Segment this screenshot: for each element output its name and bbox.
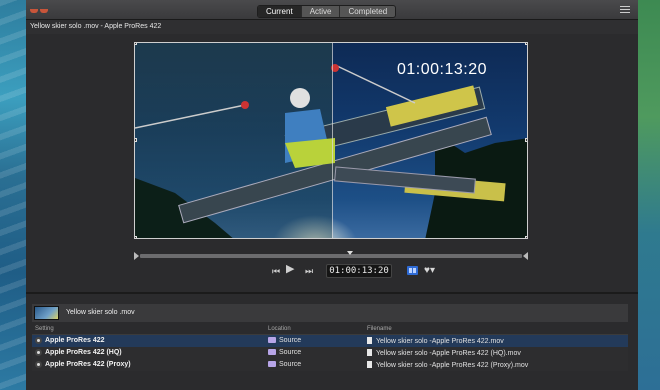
folder-icon	[268, 349, 276, 355]
table-row[interactable]: Apple ProRes 422 (HQ) Source Yellow skie…	[32, 347, 628, 359]
file-icon	[367, 361, 372, 368]
source-thumbnail	[34, 306, 59, 320]
row-setting: Apple ProRes 422 (Proxy)	[45, 361, 131, 368]
row-filename[interactable]: Yellow skier solo -Apple ProRes 422 (HQ)…	[367, 349, 521, 357]
list-icon[interactable]	[620, 6, 630, 15]
title-bar: Yellow skier solo .mov - Apple ProRes 42…	[26, 20, 638, 34]
view-segmented-control: Current Active Completed	[257, 5, 397, 18]
timecode-display: 01:00:13:20	[326, 264, 392, 278]
timeline-scrubber[interactable]	[134, 251, 528, 261]
file-icon	[367, 337, 372, 344]
crop-handle-right[interactable]	[525, 138, 527, 142]
crop-handle-bottom-right[interactable]	[525, 236, 527, 238]
crop-handle-bottom-left[interactable]	[135, 236, 137, 238]
column-filename[interactable]: Filename	[367, 326, 392, 332]
tab-completed[interactable]: Completed	[340, 6, 395, 17]
out-point-marker[interactable]	[523, 252, 528, 260]
row-filename[interactable]: Yellow skier solo -Apple ProRes 422 (Pro…	[367, 361, 528, 369]
scrubber-track[interactable]	[140, 254, 522, 258]
column-location[interactable]: Location	[268, 326, 291, 332]
file-icon	[367, 349, 372, 356]
split-compare-button[interactable]	[407, 266, 418, 275]
viewer-timecode-overlay: 01:00:13:20	[396, 61, 487, 78]
row-filename[interactable]: Yellow skier solo -Apple ProRes 422.mov	[367, 337, 504, 345]
source-file-name: Yellow skier solo .mov	[66, 309, 135, 316]
crop-handle-top-right[interactable]	[525, 43, 527, 45]
batch-source-header[interactable]: Yellow skier solo .mov	[32, 304, 628, 322]
toolbar: Current Active Completed	[26, 0, 638, 20]
row-location[interactable]: Source	[268, 361, 301, 368]
desktop-wallpaper-left	[0, 0, 26, 390]
tab-current[interactable]: Current	[258, 6, 302, 17]
window-controls[interactable]	[30, 0, 60, 13]
folder-icon	[268, 337, 276, 343]
row-location[interactable]: Source	[268, 349, 301, 356]
crop-handle-top-left[interactable]	[135, 43, 137, 45]
crop-handle-left[interactable]	[135, 138, 137, 142]
favorite-heart-icon[interactable]: ♥▾	[424, 265, 435, 276]
tab-active[interactable]: Active	[302, 6, 341, 17]
folder-icon	[268, 361, 276, 367]
row-setting: Apple ProRes 422 (HQ)	[45, 349, 122, 356]
go-to-start-icon[interactable]: ⏮	[272, 266, 280, 276]
table-row[interactable]: Apple ProRes 422 Source Yellow skier sol…	[32, 335, 628, 347]
job-table: Setting Location Filename Apple ProRes 4…	[32, 324, 628, 371]
compressor-window: Current Active Completed Yellow skier so…	[26, 0, 638, 390]
pane-divider[interactable]	[26, 292, 638, 294]
table-header: Setting Location Filename	[32, 324, 628, 335]
table-row[interactable]: Apple ProRes 422 (Proxy) Source Yellow s…	[32, 359, 628, 371]
row-location[interactable]: Source	[268, 337, 301, 344]
row-setting: Apple ProRes 422	[45, 337, 105, 344]
play-icon[interactable]: ▶	[286, 264, 294, 275]
desktop-wallpaper-right	[638, 0, 660, 390]
transport-controls: ⏮ ▶ ⏭ 01:00:13:20 ♥▾	[134, 263, 528, 279]
column-setting[interactable]: Setting	[35, 326, 54, 332]
document-title: Yellow skier solo .mov - Apple ProRes 42…	[30, 23, 162, 30]
in-point-marker[interactable]	[134, 252, 139, 260]
playhead[interactable]	[347, 251, 353, 255]
compare-split-line[interactable]	[332, 43, 333, 238]
video-viewer[interactable]: 01:00:13:20	[134, 42, 528, 239]
go-to-end-icon[interactable]: ⏭	[305, 266, 313, 276]
